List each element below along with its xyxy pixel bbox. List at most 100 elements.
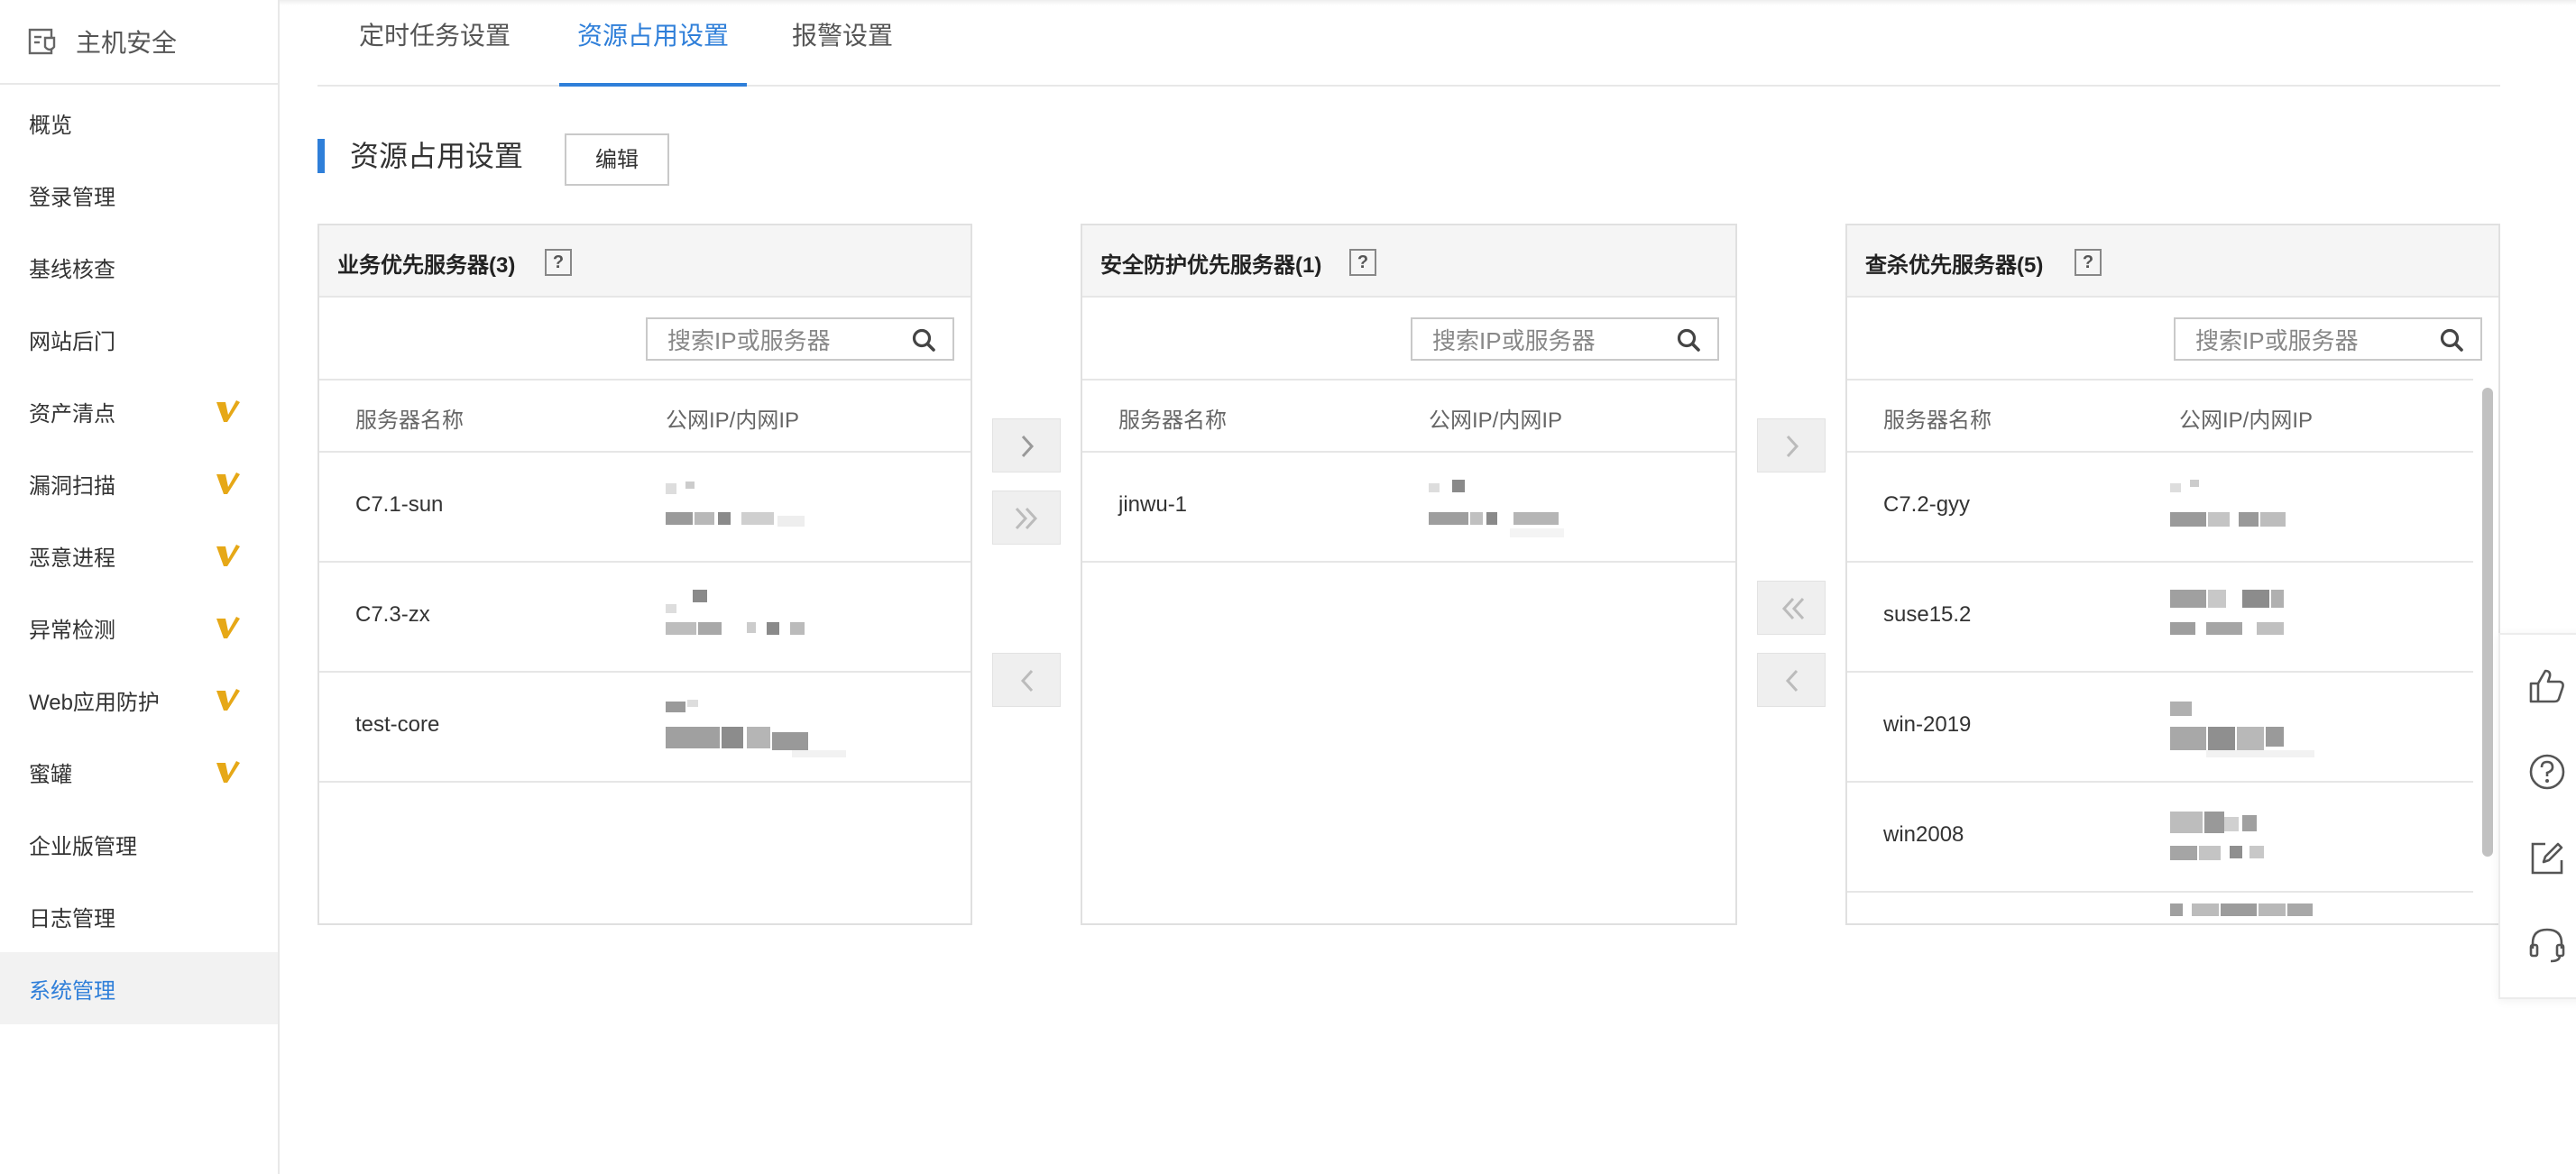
sidebar-item-overview[interactable]: 概览 [0, 87, 278, 159]
floating-toolbar [2498, 633, 2576, 999]
headset-icon[interactable] [2527, 925, 2567, 965]
sidebar-item-enterprise-management[interactable]: 企业版管理 [0, 808, 278, 880]
sidebar-item-vuln-scan[interactable]: 漏洞扫描 [0, 447, 278, 519]
vip-badge-icon [216, 472, 240, 494]
move-right-button[interactable] [1757, 418, 1826, 472]
help-icon[interactable]: ? [545, 249, 572, 276]
chevron-left-icon [1020, 669, 1034, 692]
thumbs-up-icon[interactable] [2527, 665, 2567, 705]
chevron-left-icon [1785, 669, 1799, 692]
sidebar-item-label: 登录管理 [29, 185, 115, 210]
table-row[interactable]: C7.2-gyy [1847, 453, 2473, 563]
help-icon[interactable]: ? [1349, 249, 1376, 276]
search-input[interactable] [666, 326, 904, 355]
table-row[interactable] [1847, 893, 2473, 923]
table-row[interactable]: C7.3-zx [319, 563, 971, 673]
search-input[interactable] [1431, 326, 1669, 355]
sidebar-item-honeypot[interactable]: 蜜罐 [0, 736, 278, 808]
section-accent-bar [317, 139, 325, 173]
panel-title: 业务优先服务器(3) [337, 253, 516, 278]
table-row[interactable]: C7.1-sun [319, 453, 971, 563]
server-name: C7.1-sun [355, 492, 444, 517]
sidebar-item-baseline-check[interactable]: 基线核查 [0, 231, 278, 303]
server-name: suse15.2 [1883, 602, 1972, 627]
server-name: win-2019 [1883, 712, 1972, 737]
vip-badge-icon [216, 617, 240, 638]
table-row[interactable]: win-2019 [1847, 673, 2473, 783]
server-name: C7.3-zx [355, 602, 430, 627]
sidebar-item-label: Web应用防护 [29, 690, 160, 715]
help-icon[interactable]: ? [2075, 249, 2102, 276]
sidebar-item-login-management[interactable]: 登录管理 [0, 159, 278, 231]
sidebar-item-label: 恶意进程 [29, 546, 115, 571]
scrollbar[interactable] [2482, 388, 2493, 857]
column-server-name: 服务器名称 [355, 408, 464, 433]
move-all-right-button[interactable] [992, 491, 1061, 545]
sidebar-item-label: 资产清点 [29, 401, 115, 426]
sidebar: 主机安全 概览 登录管理 基线核查 网站后门 资产清点 漏洞扫描 恶意进程 异常… [0, 0, 280, 1174]
search-icon[interactable] [911, 327, 936, 353]
move-all-left-button[interactable] [1757, 581, 1826, 635]
sidebar-item-webshell[interactable]: 网站后门 [0, 303, 278, 375]
search-input[interactable] [2194, 326, 2432, 355]
edit-icon[interactable] [2527, 839, 2567, 878]
masked-ip [666, 482, 805, 527]
search-icon[interactable] [1676, 327, 1701, 353]
table-row[interactable]: win2008 [1847, 783, 2473, 893]
edit-button[interactable]: 编辑 [565, 133, 669, 186]
security-priority-panel: 安全防护优先服务器(1) ? 服务器名称 公网IP/内网IP jinwu-1 [1081, 224, 1737, 925]
table-row[interactable]: test-core [319, 673, 971, 783]
question-circle-icon[interactable] [2527, 752, 2567, 792]
sidebar-item-label: 日志管理 [29, 906, 115, 931]
double-chevron-left-icon [1781, 597, 1805, 620]
search-field [2174, 317, 2482, 361]
search-icon[interactable] [2439, 327, 2464, 353]
sidebar-item-anomaly-detection[interactable]: 异常检测 [0, 592, 278, 664]
sidebar-title: 主机安全 [76, 29, 178, 57]
section-title: 资源占用设置 [350, 140, 524, 172]
sidebar-item-malicious-process[interactable]: 恶意进程 [0, 519, 278, 592]
sidebar-item-label: 企业版管理 [29, 834, 137, 859]
tab-scheduled-tasks[interactable]: 定时任务设置 [354, 0, 516, 87]
masked-ip [2170, 590, 2284, 635]
kill-priority-panel: 查杀优先服务器(5) ? 服务器名称 公网IP/内网IP C7.2-gyy su… [1845, 224, 2500, 925]
chevron-right-icon [1021, 435, 1035, 458]
table-header: 服务器名称 公网IP/内网IP [319, 379, 971, 453]
vip-badge-icon [216, 689, 240, 711]
column-ip: 公网IP/内网IP [666, 408, 800, 433]
column-server-name: 服务器名称 [1118, 408, 1227, 433]
sidebar-item-label: 漏洞扫描 [29, 473, 115, 499]
move-left-button[interactable] [1757, 653, 1826, 707]
panel-title: 查杀优先服务器(5) [1865, 253, 2044, 278]
column-ip: 公网IP/内网IP [1429, 408, 1563, 433]
table-header: 服务器名称 公网IP/内网IP [1082, 379, 1735, 453]
masked-ip [666, 590, 805, 635]
sidebar-item-asset-inventory[interactable]: 资产清点 [0, 375, 278, 447]
sidebar-header: 主机安全 [0, 0, 278, 85]
settings-tabs: 定时任务设置 资源占用设置 报警设置 [317, 0, 2500, 87]
masked-ip [2170, 903, 2313, 916]
table-header: 服务器名称 公网IP/内网IP [1847, 379, 2473, 453]
masked-ip [666, 700, 846, 757]
vip-badge-icon [216, 761, 240, 783]
table-row[interactable]: jinwu-1 [1082, 453, 1735, 563]
sidebar-item-label: 基线核查 [29, 257, 115, 282]
server-name: win2008 [1883, 822, 1964, 847]
sidebar-item-label: 异常检测 [29, 618, 115, 643]
tab-resource-usage[interactable]: 资源占用设置 [559, 0, 747, 87]
sidebar-item-system-management[interactable]: 系统管理 [0, 952, 278, 1024]
vip-badge-icon [216, 545, 240, 566]
move-right-button[interactable] [992, 418, 1061, 472]
search-field [1411, 317, 1719, 361]
sidebar-item-label: 网站后门 [29, 329, 115, 354]
business-priority-panel: 业务优先服务器(3) ? 服务器名称 公网IP/内网IP C7.1-sun C7… [317, 224, 972, 925]
tab-alert-settings[interactable]: 报警设置 [787, 0, 898, 87]
vip-badge-icon [216, 400, 240, 422]
sidebar-item-waf[interactable]: Web应用防护 [0, 664, 278, 736]
table-row[interactable]: suse15.2 [1847, 563, 2473, 673]
sidebar-item-log-management[interactable]: 日志管理 [0, 880, 278, 952]
move-left-button[interactable] [992, 653, 1061, 707]
host-security-logo-icon [28, 28, 56, 55]
panel-header: 业务优先服务器(3) ? [319, 225, 971, 298]
double-chevron-right-icon [1015, 507, 1038, 530]
